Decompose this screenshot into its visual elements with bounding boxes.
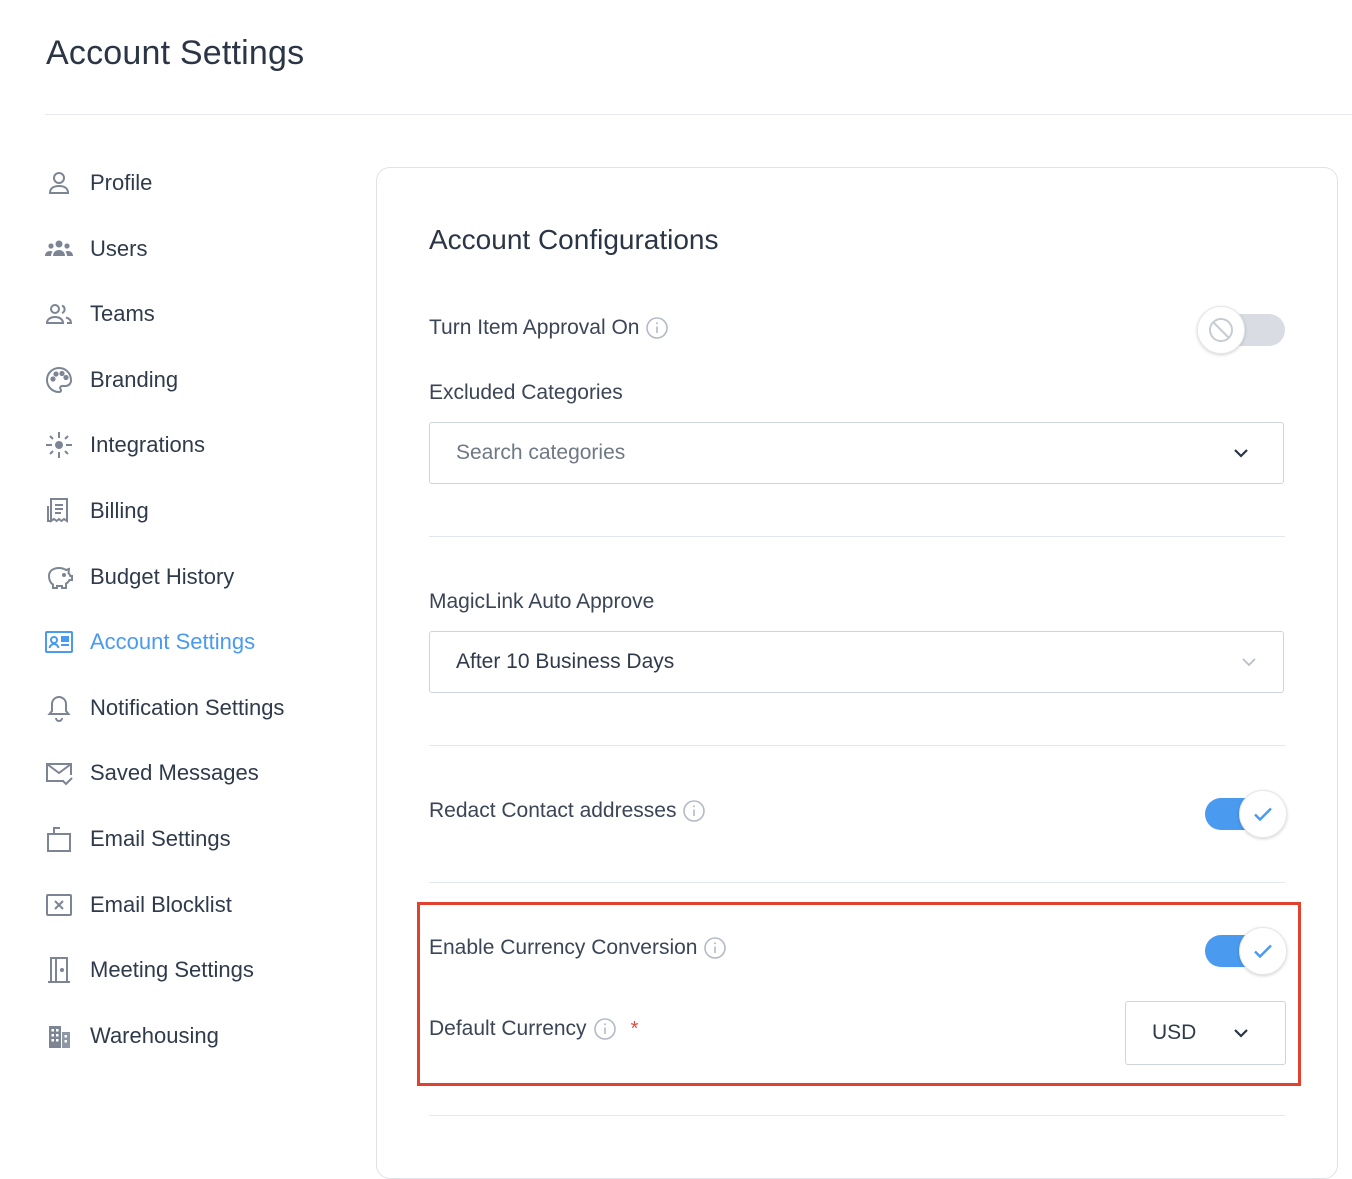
item-approval-label: Turn Item Approval On bbox=[429, 316, 640, 339]
card-title: Account Configurations bbox=[429, 224, 719, 255]
account-card-icon bbox=[44, 627, 78, 657]
bell-icon bbox=[44, 693, 78, 723]
sidebar-item-account-settings[interactable]: Account Settings bbox=[44, 622, 344, 662]
sidebar-item-users[interactable]: Users bbox=[44, 229, 344, 269]
user-icon bbox=[44, 168, 78, 198]
sidebar-item-budget-history[interactable]: Budget History bbox=[44, 557, 344, 597]
mail-check-icon bbox=[44, 758, 78, 788]
redact-contact-toggle[interactable] bbox=[1197, 790, 1287, 840]
sidebar-item-notification-settings[interactable]: Notification Settings bbox=[44, 688, 344, 728]
sidebar-item-label: Integrations bbox=[90, 432, 205, 457]
sidebar-item-integrations[interactable]: Integrations bbox=[44, 425, 344, 465]
sidebar-item-label: Account Settings bbox=[90, 629, 256, 654]
sidebar-item-warehousing[interactable]: Warehousing bbox=[44, 1016, 344, 1056]
toggle-knob bbox=[1239, 790, 1287, 838]
chevron-down-icon bbox=[1229, 441, 1253, 465]
users-icon bbox=[44, 234, 78, 264]
sidebar-item-label: Branding bbox=[90, 367, 179, 392]
integrations-icon bbox=[44, 430, 78, 460]
sidebar-item-meeting-settings[interactable]: Meeting Settings bbox=[44, 950, 344, 990]
sidebar-item-label: Profile bbox=[90, 170, 153, 195]
blocked-box-icon bbox=[44, 890, 78, 920]
palette-icon bbox=[44, 365, 78, 395]
email-settings-icon bbox=[44, 824, 78, 854]
info-icon[interactable] bbox=[682, 799, 706, 823]
toggle-knob bbox=[1197, 306, 1245, 354]
sidebar-item-label: Notification Settings bbox=[90, 695, 285, 720]
sidebar-item-label: Billing bbox=[90, 498, 149, 523]
building-icon bbox=[44, 1021, 78, 1051]
magiclink-value: After 10 Business Days bbox=[456, 650, 675, 673]
sidebar-item-email-settings[interactable]: Email Settings bbox=[44, 819, 344, 859]
sidebar-item-label: Email Blocklist bbox=[90, 892, 232, 917]
info-icon[interactable] bbox=[645, 316, 669, 340]
sidebar-item-label: Budget History bbox=[90, 564, 235, 589]
sidebar-item-label: Email Settings bbox=[90, 826, 231, 851]
highlight-annotation bbox=[417, 902, 1301, 1086]
receipt-icon bbox=[44, 496, 78, 526]
chevron-down-icon bbox=[1237, 650, 1261, 674]
search-categories-placeholder: Search categories bbox=[456, 441, 626, 464]
sidebar-item-branding[interactable]: Branding bbox=[44, 360, 344, 400]
sidebar-item-label: Users bbox=[90, 236, 148, 261]
excluded-categories-label: Excluded Categories bbox=[429, 381, 623, 404]
sidebar-item-label: Warehousing bbox=[90, 1023, 219, 1048]
redact-contact-label: Redact Contact addresses bbox=[429, 799, 677, 822]
page-title: Account Settings bbox=[46, 34, 305, 72]
sidebar-item-label: Meeting Settings bbox=[90, 957, 254, 982]
check-icon bbox=[1254, 807, 1272, 822]
magiclink-label: MagicLink Auto Approve bbox=[429, 590, 655, 613]
item-approval-row: Turn Item Approval On bbox=[429, 316, 669, 340]
header-divider bbox=[45, 114, 1352, 115]
sidebar-item-label: Saved Messages bbox=[90, 760, 259, 785]
excluded-categories-select[interactable]: Search categories bbox=[429, 422, 1284, 484]
team-icon bbox=[44, 299, 78, 329]
redact-contact-row: Redact Contact addresses bbox=[429, 799, 706, 823]
sidebar-item-billing[interactable]: Billing bbox=[44, 491, 344, 531]
magiclink-auto-approve-select[interactable]: After 10 Business Days bbox=[429, 631, 1284, 693]
section-divider bbox=[429, 536, 1285, 537]
door-icon bbox=[44, 955, 78, 985]
item-approval-toggle[interactable] bbox=[1197, 306, 1287, 356]
sidebar-item-profile[interactable]: Profile bbox=[44, 163, 344, 203]
sidebar-item-teams[interactable]: Teams bbox=[44, 294, 344, 334]
section-divider bbox=[429, 882, 1285, 883]
sidebar-item-email-blocklist[interactable]: Email Blocklist bbox=[44, 885, 344, 925]
section-divider bbox=[429, 1115, 1285, 1116]
sidebar-item-saved-messages[interactable]: Saved Messages bbox=[44, 753, 344, 793]
disabled-icon bbox=[1209, 318, 1233, 342]
section-divider bbox=[429, 745, 1285, 746]
piggy-bank-icon bbox=[44, 562, 78, 592]
sidebar-item-label: Teams bbox=[90, 301, 155, 326]
